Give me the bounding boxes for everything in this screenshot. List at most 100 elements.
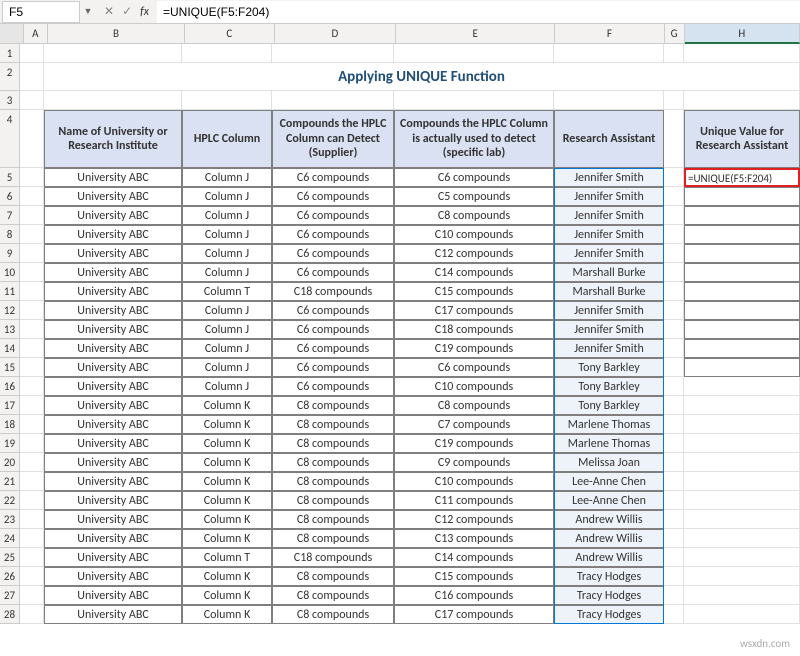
cell[interactable]: Marlene Thomas	[554, 434, 664, 453]
cell[interactable]	[20, 225, 44, 244]
cell[interactable]: University ABC	[44, 529, 182, 548]
cell[interactable]: Column K	[182, 472, 272, 491]
cell[interactable]: C8 compounds	[272, 529, 394, 548]
table-header[interactable]: Compounds the HPLC Column can Detect (Su…	[272, 110, 394, 168]
cell[interactable]	[272, 91, 394, 110]
cell[interactable]: Column K	[182, 453, 272, 472]
row-header[interactable]: 4	[0, 110, 20, 168]
row-header[interactable]: 15	[0, 358, 20, 377]
cell[interactable]: University ABC	[44, 225, 182, 244]
cell[interactable]	[20, 472, 44, 491]
cell[interactable]: University ABC	[44, 453, 182, 472]
row-header[interactable]: 11	[0, 282, 20, 301]
cell[interactable]: Column K	[182, 605, 272, 624]
cell[interactable]: University ABC	[44, 434, 182, 453]
cell[interactable]	[684, 605, 800, 624]
cell[interactable]: University ABC	[44, 206, 182, 225]
cell[interactable]: C8 compounds	[272, 510, 394, 529]
formula-input[interactable]	[157, 1, 800, 23]
row-header[interactable]: 20	[0, 453, 20, 472]
row-header[interactable]: 14	[0, 339, 20, 358]
cell[interactable]	[664, 472, 684, 491]
cell[interactable]: C12 compounds	[394, 510, 554, 529]
cell[interactable]: C6 compounds	[272, 225, 394, 244]
cell[interactable]: C10 compounds	[394, 377, 554, 396]
cell[interactable]: C6 compounds	[272, 187, 394, 206]
row-header[interactable]: 24	[0, 529, 20, 548]
cell[interactable]: University ABC	[44, 548, 182, 567]
cell[interactable]	[664, 358, 684, 377]
name-box-dropdown[interactable]: ▼	[80, 6, 96, 17]
cell[interactable]	[684, 510, 800, 529]
cell[interactable]	[182, 91, 272, 110]
fx-icon[interactable]: fx	[140, 5, 149, 19]
cell[interactable]	[664, 320, 684, 339]
cell[interactable]	[664, 510, 684, 529]
cell[interactable]: Column K	[182, 510, 272, 529]
cell[interactable]: Tony Barkley	[554, 377, 664, 396]
cell[interactable]: C8 compounds	[272, 586, 394, 605]
cell[interactable]: Marlene Thomas	[554, 415, 664, 434]
cell[interactable]: Jennifer Smith	[554, 206, 664, 225]
cell[interactable]: University ABC	[44, 187, 182, 206]
cell[interactable]	[20, 586, 44, 605]
cell[interactable]	[394, 44, 554, 63]
cell[interactable]: C8 compounds	[394, 206, 554, 225]
row-header[interactable]: 16	[0, 377, 20, 396]
cell[interactable]	[684, 548, 800, 567]
cell[interactable]	[684, 377, 800, 396]
cell[interactable]: C8 compounds	[272, 567, 394, 586]
cell[interactable]: University ABC	[44, 377, 182, 396]
row-header[interactable]: 28	[0, 605, 20, 624]
cell[interactable]	[684, 301, 800, 320]
cell[interactable]	[684, 44, 800, 63]
cell[interactable]: C6 compounds	[272, 168, 394, 187]
cell[interactable]	[20, 377, 44, 396]
cell[interactable]: Jennifer Smith	[554, 244, 664, 263]
cell[interactable]: University ABC	[44, 263, 182, 282]
cell[interactable]: C17 compounds	[394, 301, 554, 320]
cell[interactable]: C6 compounds	[272, 301, 394, 320]
cell[interactable]: Jennifer Smith	[554, 187, 664, 206]
table-header[interactable]: Research Assistant	[554, 110, 664, 168]
cell[interactable]: Column T	[182, 548, 272, 567]
cell[interactable]: University ABC	[44, 510, 182, 529]
cell[interactable]	[20, 263, 44, 282]
cell[interactable]	[684, 453, 800, 472]
cell[interactable]: Andrew Willis	[554, 548, 664, 567]
cell[interactable]: Tony Barkley	[554, 358, 664, 377]
cell[interactable]: University ABC	[44, 301, 182, 320]
cell[interactable]	[20, 491, 44, 510]
cell[interactable]	[684, 529, 800, 548]
cell[interactable]: Jennifer Smith	[554, 168, 664, 187]
cell[interactable]: Lee-Anne Chen	[554, 472, 664, 491]
row-header[interactable]: 7	[0, 206, 20, 225]
cell[interactable]	[664, 605, 684, 624]
row-header[interactable]: 25	[0, 548, 20, 567]
cell[interactable]	[664, 434, 684, 453]
cell[interactable]	[664, 44, 684, 63]
row-header[interactable]: 27	[0, 586, 20, 605]
row-header[interactable]: 22	[0, 491, 20, 510]
cell[interactable]: Column J	[182, 377, 272, 396]
cell[interactable]	[20, 434, 44, 453]
cell[interactable]	[20, 63, 44, 91]
cell[interactable]: Column J	[182, 244, 272, 263]
cell[interactable]	[664, 225, 684, 244]
cell[interactable]: C5 compounds	[394, 187, 554, 206]
cell[interactable]: Column J	[182, 358, 272, 377]
cell[interactable]	[684, 187, 800, 206]
row-header[interactable]: 23	[0, 510, 20, 529]
cell[interactable]: C6 compounds	[272, 244, 394, 263]
cell[interactable]: C16 compounds	[394, 586, 554, 605]
cell[interactable]	[684, 225, 800, 244]
cell[interactable]: Column K	[182, 434, 272, 453]
col-header-D[interactable]: D	[275, 24, 396, 44]
active-formula-cell[interactable]: =UNIQUE(F5:F204)	[684, 168, 800, 187]
row-header[interactable]: 9	[0, 244, 20, 263]
cell[interactable]: C15 compounds	[394, 567, 554, 586]
cell[interactable]: C17 compounds	[394, 605, 554, 624]
cell[interactable]	[684, 415, 800, 434]
cell[interactable]	[664, 491, 684, 510]
cell[interactable]	[664, 301, 684, 320]
